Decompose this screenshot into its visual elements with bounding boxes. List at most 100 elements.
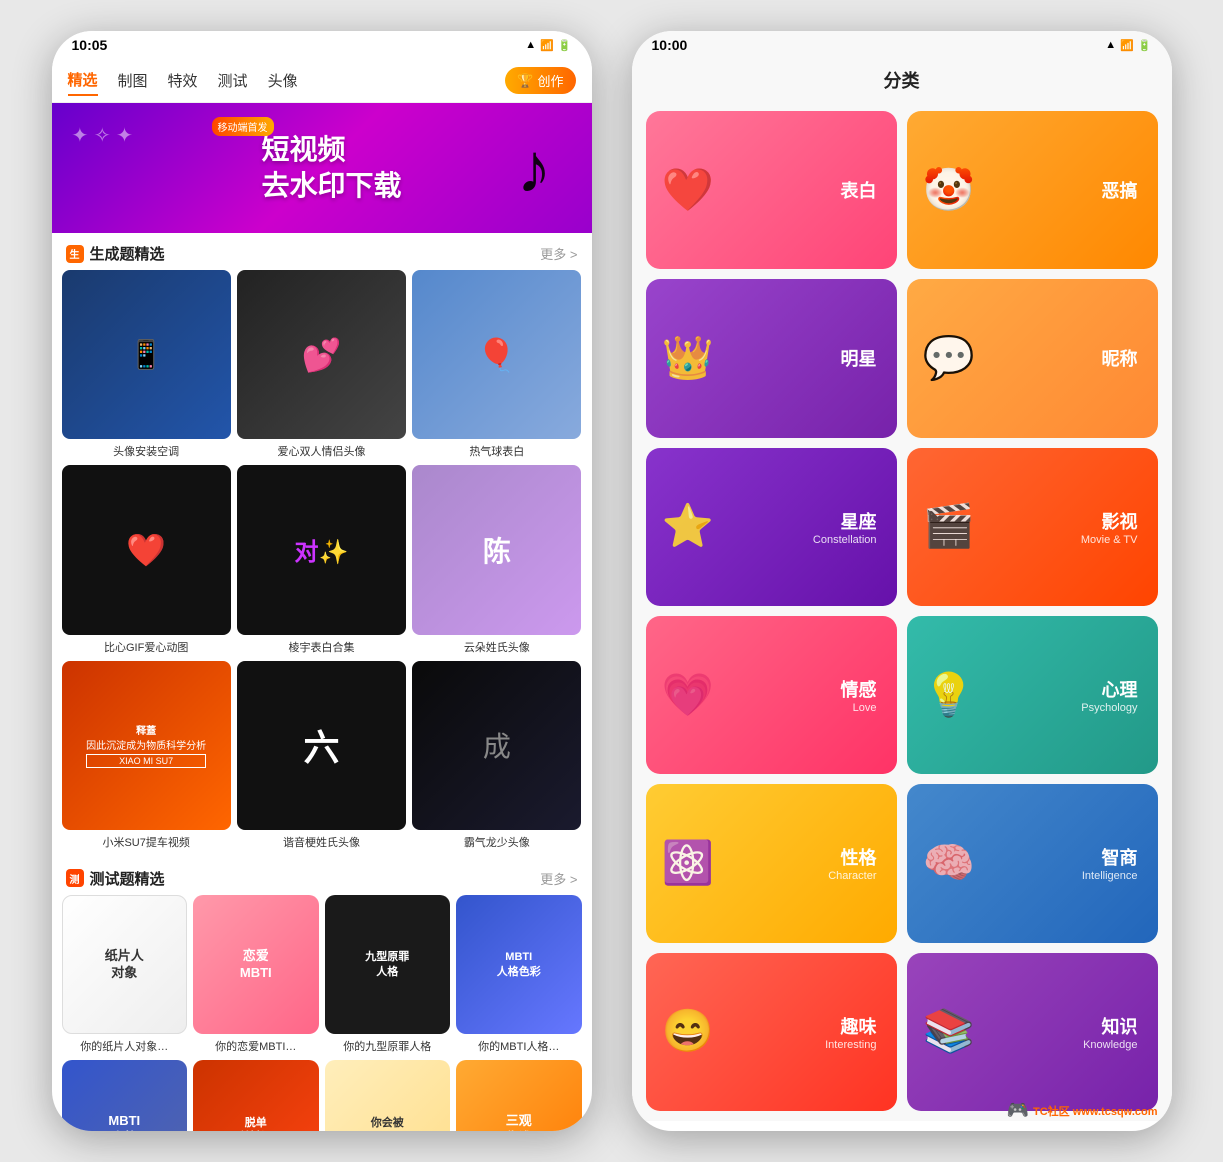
cat-label: 昵称: [1102, 345, 1138, 371]
thumb-dragon: 成: [412, 661, 581, 830]
cat-label: 情感 Love: [841, 676, 877, 714]
cat-label: 恶搞: [1102, 177, 1138, 203]
cat-card-quwei[interactable]: 😄 趣味 Interesting: [646, 953, 897, 1111]
left-status-icons: ▲ 📶 🔋: [525, 39, 571, 52]
cat-card-egao[interactable]: 🤡 恶搞: [907, 111, 1158, 269]
section2-more[interactable]: 更多 >: [540, 869, 577, 888]
smile-icon: 😄: [662, 1007, 714, 1056]
film-icon: 🎬: [923, 502, 975, 551]
list-item[interactable]: 🎈 热气球表白: [412, 270, 581, 459]
cat-label: 智商 Intelligence: [1082, 844, 1138, 882]
thumb-bachelor: 脱单关键词: [193, 1060, 319, 1131]
item-label: 你的MBTI人格…: [478, 1038, 559, 1054]
list-item[interactable]: 释蓋 因此沉淀成为物质科学分析 XIAO MI SU7 小米SU7提车视频: [62, 661, 231, 850]
banner-stars: ✦ ✧ ✦: [72, 123, 133, 148]
list-item[interactable]: 九型原罪人格 你的九型原罪人格: [325, 895, 451, 1054]
cat-card-xinli[interactable]: 💡 心理 Psychology: [907, 616, 1158, 774]
cat-card-zhishi[interactable]: 📚 知识 Knowledge: [907, 953, 1158, 1111]
banner-line1: 短视频: [261, 132, 401, 168]
cat-card-qinggan[interactable]: 💗 情感 Love: [646, 616, 897, 774]
left-scroll-area[interactable]: 生 生成题精选 更多 > 📱 头像安装空调 💕 爱心双人情侣头像: [52, 233, 592, 1131]
thumb-balloon: 🎈: [412, 270, 581, 439]
list-item[interactable]: 恋爱MBTI 你的恋爱MBTI…: [193, 895, 319, 1054]
watermark-icon: 🎮: [1007, 1100, 1029, 1121]
section1-header: 生 生成题精选 更多 >: [52, 233, 592, 270]
love-icon: 💗: [662, 671, 714, 720]
thumb-surname: 六: [237, 661, 406, 830]
cat-label: 星座 Constellation: [813, 508, 877, 546]
list-item[interactable]: 成 霸气龙少头像: [412, 661, 581, 850]
right-status-icons: ▲ 📶 🔋: [1105, 39, 1151, 52]
heart-icon: ❤️: [662, 166, 714, 215]
right-phone: 10:00 ▲ 📶 🔋 分类 ❤️ 表白 🤡 恶搞 👑 明星: [632, 31, 1172, 1131]
section2-label: 测试题精选: [90, 868, 165, 889]
item-label: 云朵姓氏头像: [464, 639, 530, 655]
watermark-text: TC社区 www.tcsqw.com: [1033, 1103, 1157, 1119]
section1-grid: 📱 头像安装空调 💕 爱心双人情侣头像 🎈 热气球表白 ❤️: [52, 270, 592, 858]
nav-item-jingxuan[interactable]: 精选: [68, 65, 98, 96]
list-item[interactable]: 脱单关键词 你的脱单关键词: [193, 1060, 319, 1131]
crown-icon: 👑: [662, 334, 714, 383]
list-item[interactable]: MBTI人格色彩 你的MBTI人格…: [456, 895, 582, 1054]
list-item[interactable]: MBTI人格 你的MBTI人格…: [62, 1060, 188, 1131]
banner[interactable]: 移动端首发 短视频 去水印下载 ♪ ✦ ✧ ✦: [52, 103, 592, 233]
cat-label: 表白: [841, 177, 877, 203]
list-item[interactable]: 六 谐音梗姓氏头像: [237, 661, 406, 850]
star-icon: ⭐: [662, 502, 714, 551]
item-label: 你的纸片人对象…: [80, 1038, 168, 1054]
nav-item-texiao[interactable]: 特效: [168, 66, 198, 95]
cat-label: 影视 Movie & TV: [1081, 508, 1138, 546]
section1-more[interactable]: 更多 >: [540, 244, 577, 263]
nav-item-zhitu[interactable]: 制图: [118, 66, 148, 95]
cat-label: 心理 Psychology: [1081, 676, 1137, 714]
cat-card-baibai[interactable]: ❤️ 表白: [646, 111, 897, 269]
thumb-nine: 九型原罪人格: [325, 895, 451, 1034]
list-item[interactable]: 对✨ 棱宇表白合集: [237, 465, 406, 654]
list-item[interactable]: 📱 头像安装空调: [62, 270, 231, 459]
thumb-mbti-p: MBTI人格: [62, 1060, 188, 1131]
list-item[interactable]: ❤️ 比心GIF爱心动图: [62, 465, 231, 654]
cat-card-yingshi[interactable]: 🎬 影视 Movie & TV: [907, 448, 1158, 606]
right-time: 10:00: [652, 37, 688, 53]
thumb-paper: 纸片人对象: [62, 895, 188, 1034]
list-item[interactable]: 陈 云朵姓氏头像: [412, 465, 581, 654]
nav-item-touxiang[interactable]: 头像: [268, 66, 298, 95]
list-item[interactable]: 💕 爱心双人情侣头像: [237, 270, 406, 459]
brain-icon: 🧠: [923, 839, 975, 888]
lightbulb-icon: 💡: [923, 671, 975, 720]
left-phone: 10:05 ▲ 📶 🔋 精选 制图 特效 测试 头像 🏆 创作 移动端首发 短视…: [52, 31, 592, 1131]
tiktok-icon: ♪: [517, 128, 552, 208]
watermark: 🎮 TC社区 www.tcsqw.com: [1007, 1100, 1158, 1121]
item-label: 爱心双人情侣头像: [277, 443, 365, 459]
banner-badge: 移动端首发: [212, 117, 274, 136]
cat-card-xingzuo[interactable]: ⭐ 星座 Constellation: [646, 448, 897, 606]
category-grid: ❤️ 表白 🤡 恶搞 👑 明星 💬 昵称 ⭐ 星座: [632, 101, 1172, 1121]
list-item[interactable]: 三观像谁 你的三观像谁: [456, 1060, 582, 1131]
section1-title: 生 生成题精选: [66, 243, 165, 264]
atom-icon: ⚛️: [662, 839, 714, 888]
create-label: 创作: [537, 71, 563, 90]
cat-card-xingge[interactable]: ⚛️ 性格 Character: [646, 784, 897, 942]
cat-label: 明星: [841, 345, 877, 371]
cat-card-zhishang[interactable]: 🧠 智商 Intelligence: [907, 784, 1158, 942]
left-time: 10:05: [72, 37, 108, 53]
list-item[interactable]: 你会被PUA吗 你会被PUA吗?: [325, 1060, 451, 1131]
thumb-mbti-color: MBTI人格色彩: [456, 895, 582, 1034]
thumb-cloud: 陈: [412, 465, 581, 634]
thumb-xiaomi: 释蓋 因此沉淀成为物质科学分析 XIAO MI SU7: [62, 661, 231, 830]
item-label: 你的恋爱MBTI…: [215, 1038, 296, 1054]
nav-item-ceshi[interactable]: 测试: [218, 66, 248, 95]
section2-icon: 测: [66, 869, 84, 887]
list-item[interactable]: 纸片人对象 你的纸片人对象…: [62, 895, 188, 1054]
item-label: 谐音梗姓氏头像: [283, 834, 360, 850]
cat-label: 趣味 Interesting: [825, 1013, 876, 1051]
thumb-sanview: 三观像谁: [456, 1060, 582, 1131]
cat-card-mingxing[interactable]: 👑 明星: [646, 279, 897, 437]
cat-label: 性格 Character: [828, 844, 876, 882]
thumb-mbti-love: 恋爱MBTI: [193, 895, 319, 1034]
section2-title: 测 测试题精选: [66, 868, 165, 889]
cat-card-nicheng[interactable]: 💬 昵称: [907, 279, 1158, 437]
chat-icon: 💬: [923, 334, 975, 383]
create-button[interactable]: 🏆 创作: [505, 67, 575, 94]
category-title: 分类: [884, 71, 920, 91]
